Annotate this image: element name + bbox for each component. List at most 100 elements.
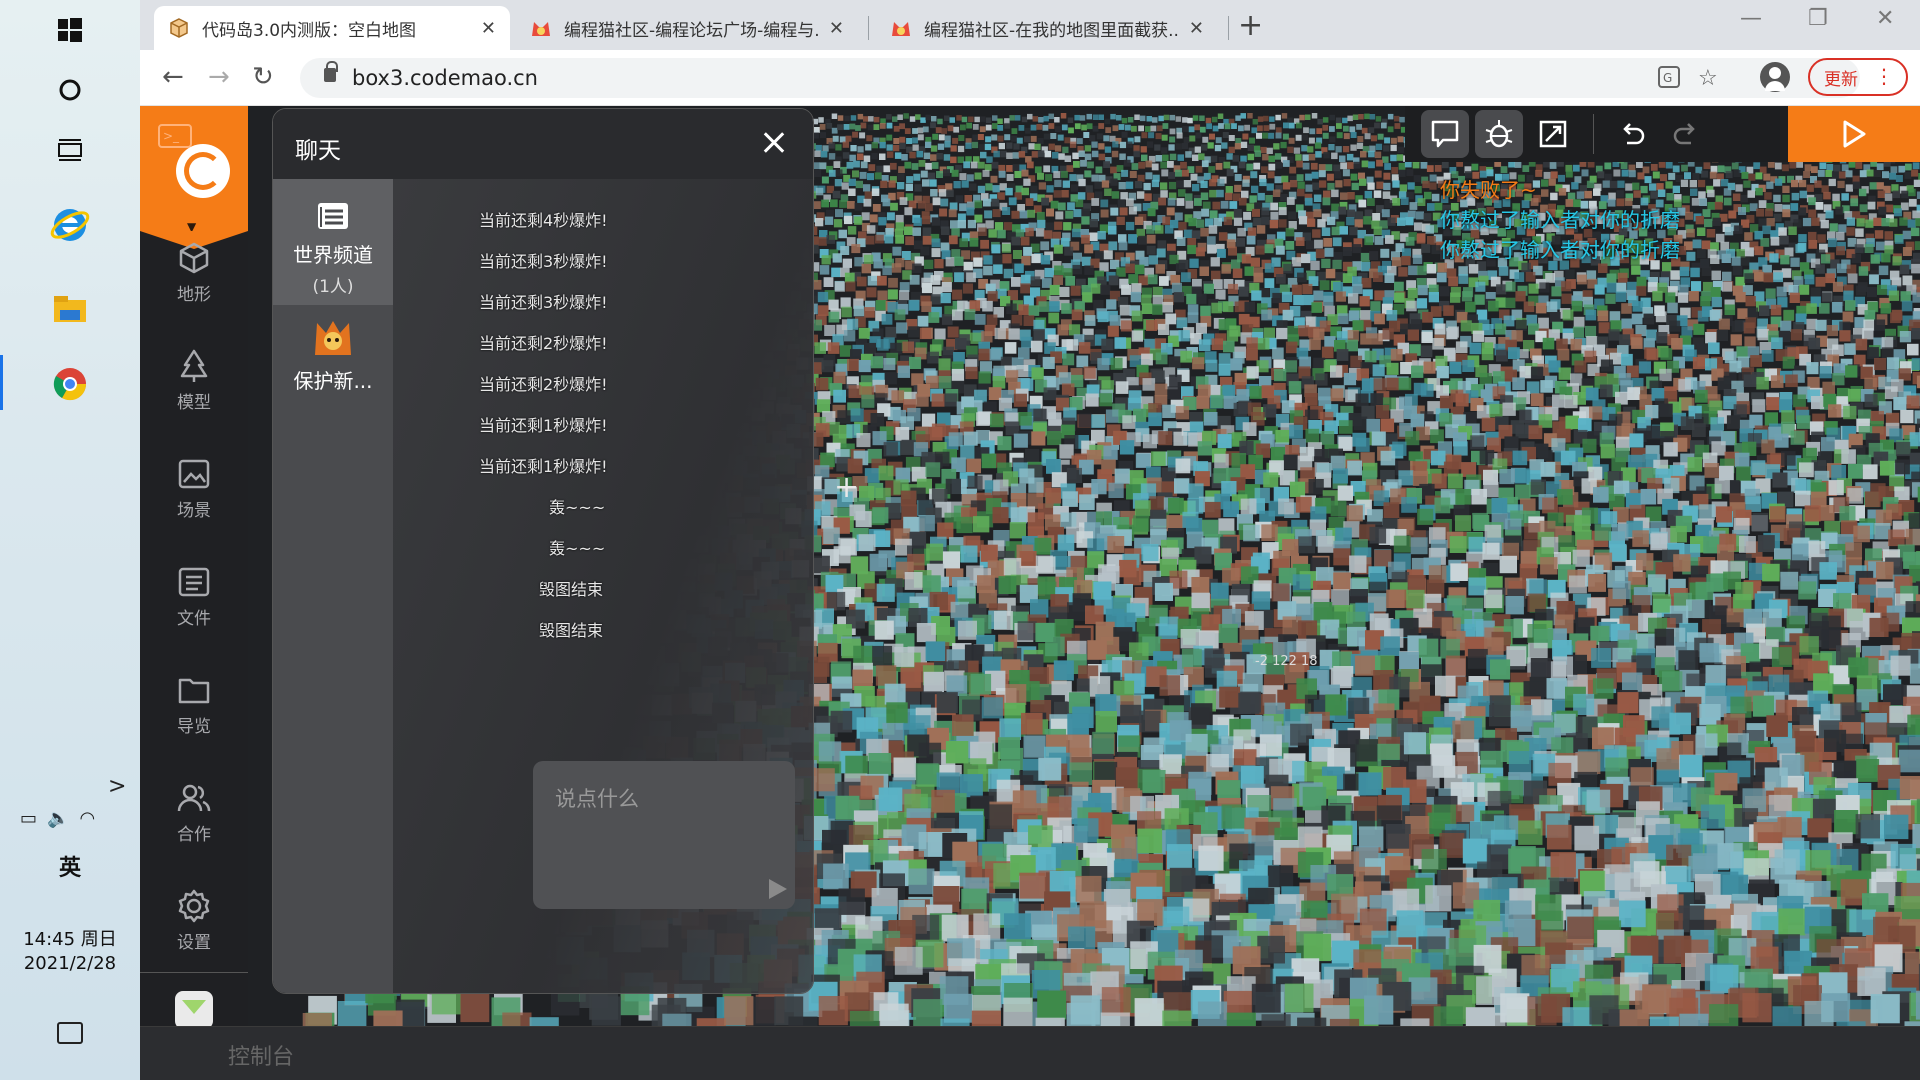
- send-icon[interactable]: [769, 879, 787, 899]
- people-icon: [177, 784, 211, 812]
- taskbar-clock[interactable]: 14:45 周日 2021/2/28: [0, 928, 140, 976]
- folder-icon: [178, 678, 210, 704]
- sidebar-item-model[interactable]: 模型: [140, 346, 248, 436]
- console-label: 控制台: [228, 1045, 295, 1070]
- sidebar-item-scene[interactable]: 场景: [140, 454, 248, 544]
- channel-list-icon: [318, 203, 348, 229]
- close-icon[interactable]: [753, 123, 793, 163]
- close-window-button[interactable]: ✕: [1876, 6, 1894, 31]
- lock-icon[interactable]: [324, 61, 338, 82]
- task-view-icon[interactable]: [40, 120, 100, 180]
- tab-codemao-box3[interactable]: 代码岛3.0内测版：空白地图 ✕: [154, 6, 510, 50]
- terminal-icon: >_: [158, 124, 192, 148]
- box3-favicon-icon: [168, 17, 190, 39]
- sidebar-item-label: 场景: [177, 501, 211, 521]
- address-bar[interactable]: box3.codemao.cn G ☆: [300, 58, 1860, 98]
- active-app-indicator: [0, 355, 3, 410]
- console-bar[interactable]: 控制台: [140, 1026, 1920, 1080]
- sidebar-item-label: 文件: [177, 609, 211, 629]
- tab-codemao-map-post[interactable]: 编程猫社区-在我的地图里面截获... ✕: [876, 6, 1218, 50]
- project-icon[interactable]: [175, 991, 213, 1029]
- game-message-fail: 你失败了~: [1440, 178, 1537, 202]
- more-menu-icon[interactable]: ⋮: [1874, 64, 1894, 88]
- sidebar-item-guide[interactable]: 导览: [140, 670, 248, 760]
- redo-icon[interactable]: [1661, 110, 1709, 158]
- channel-name: 保护新...: [293, 369, 373, 393]
- update-button[interactable]: 更新 ⋮: [1808, 58, 1908, 96]
- codemao-cat-favicon-icon: [890, 17, 912, 39]
- chrome-icon[interactable]: [40, 354, 100, 414]
- translate-icon[interactable]: G: [1658, 66, 1680, 94]
- cortana-circle-icon[interactable]: [40, 60, 100, 120]
- chat-panel: 聊天 世界频道 (1人) 保护新... 当前还剩4秒爆炸! 当前还剩3秒爆炸! …: [272, 108, 814, 994]
- sidebar-item-collaborate[interactable]: 合作: [140, 778, 248, 868]
- browser-window: 代码岛3.0内测版：空白地图 ✕ 编程猫社区-编程论坛广场-编程与... ✕ 编…: [140, 0, 1920, 1080]
- chat-message: 当前还剩2秒爆炸!: [479, 375, 608, 394]
- chat-message: 当前还剩2秒爆炸!: [479, 334, 608, 353]
- undo-icon[interactable]: [1609, 110, 1657, 158]
- file-explorer-icon[interactable]: [40, 280, 100, 340]
- chat-message: 当前还剩3秒爆炸!: [479, 252, 608, 271]
- crosshair-icon: +: [834, 470, 860, 505]
- chat-input[interactable]: 说点什么: [533, 761, 795, 909]
- action-center-icon[interactable]: [57, 1022, 83, 1044]
- editor-sidebar: >_ ▼ 地形 模型 场景 文件 导览 合作 设置: [140, 106, 248, 1080]
- run-play-button[interactable]: [1788, 106, 1920, 162]
- tab-close-icon[interactable]: ✕: [1189, 18, 1204, 39]
- chat-message: 毁图结束: [539, 621, 604, 640]
- wifi-icon[interactable]: ◠: [79, 808, 95, 829]
- play-icon: [1843, 120, 1866, 148]
- chat-message: 当前还剩4秒爆炸!: [479, 211, 608, 230]
- ie-browser-icon[interactable]: [40, 195, 100, 255]
- gear-icon: [178, 889, 210, 923]
- back-arrow-icon[interactable]: ←: [162, 62, 184, 92]
- chat-bubble-icon[interactable]: [1421, 110, 1469, 158]
- maximize-button[interactable]: ❐: [1808, 6, 1828, 31]
- url-text[interactable]: box3.codemao.cn: [352, 66, 538, 90]
- fullscreen-expand-icon[interactable]: [1529, 110, 1577, 158]
- tab-codemao-forum[interactable]: 编程猫社区-编程论坛广场-编程与... ✕: [516, 6, 858, 50]
- sidebar-item-label: 设置: [177, 933, 211, 953]
- bookmark-star-icon[interactable]: ☆: [1698, 66, 1718, 91]
- tab-title: 代码岛3.0内测版：空白地图: [202, 20, 417, 41]
- windows-start-icon[interactable]: [40, 0, 100, 60]
- chat-message: 当前还剩1秒爆炸!: [479, 457, 608, 476]
- tab-title: 编程猫社区-在我的地图里面截获...: [924, 20, 1179, 41]
- codemao-cat-favicon-icon: [530, 17, 552, 39]
- channel-protect[interactable]: 保护新...: [273, 315, 393, 415]
- avatar: [315, 321, 351, 355]
- clock-date: 2021/2/28: [23, 953, 117, 974]
- tab-close-icon[interactable]: ✕: [481, 18, 496, 39]
- sidebar-item-label: 导览: [177, 717, 211, 737]
- channel-member-count: (1人): [312, 277, 354, 297]
- new-tab-plus-icon[interactable]: +: [1238, 8, 1263, 43]
- channel-world[interactable]: 世界频道 (1人): [273, 179, 393, 305]
- input-language-indicator[interactable]: 英: [0, 850, 140, 882]
- reload-icon[interactable]: ↻: [252, 62, 274, 92]
- tab-close-icon[interactable]: ✕: [829, 18, 844, 39]
- update-label: 更新: [1824, 69, 1858, 90]
- sidebar-item-settings[interactable]: 设置: [140, 886, 248, 970]
- tray-expand-icon[interactable]: >: [108, 774, 126, 799]
- codemao-logo[interactable]: >_ ▼: [140, 106, 248, 249]
- caret-down-icon[interactable]: ▼: [187, 220, 196, 234]
- chat-channel-list: 世界频道 (1人) 保护新...: [273, 179, 393, 993]
- tab-separator: [868, 16, 869, 40]
- debug-bug-icon[interactable]: [1475, 110, 1523, 158]
- chat-input-placeholder: 说点什么: [555, 787, 639, 811]
- box3-editor: 你失败了~ 你熬过了输入者对你的折磨 你熬过了输入者对你的折磨 + -2 122…: [140, 106, 1920, 1080]
- sidebar-divider: [140, 972, 248, 973]
- forward-arrow-icon[interactable]: →: [208, 62, 230, 92]
- image-icon: [178, 459, 210, 489]
- chat-message: 轰~~~: [549, 498, 606, 517]
- sidebar-item-terrain[interactable]: 地形: [140, 238, 248, 328]
- speaker-icon[interactable]: 🔈: [47, 808, 69, 829]
- chat-message: 毁图结束: [539, 580, 604, 599]
- minimize-button[interactable]: —: [1740, 6, 1762, 31]
- cube-icon: [179, 242, 209, 274]
- sidebar-item-file[interactable]: 文件: [140, 562, 248, 652]
- profile-avatar-icon[interactable]: [1760, 62, 1790, 92]
- toolbar-separator: [1593, 114, 1594, 154]
- battery-icon[interactable]: ▭: [20, 808, 37, 829]
- channel-name: 世界频道: [293, 243, 373, 267]
